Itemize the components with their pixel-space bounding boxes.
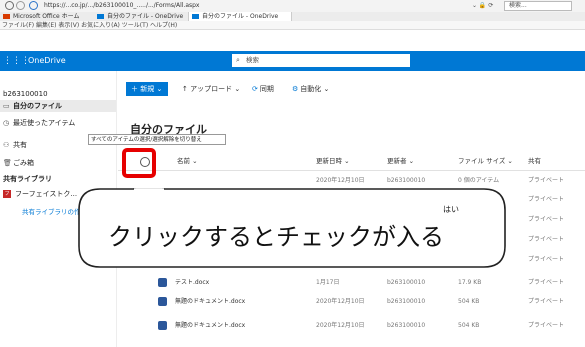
instruction-callout: はい クリックするとチェックが入る: [78, 188, 506, 268]
sidebar-item-my-files[interactable]: ▭ 自分のファイル: [0, 100, 116, 112]
sidebar-item-recycle-bin[interactable]: 🗑ごみ箱: [3, 157, 34, 169]
select-all-tooltip: すべてのアイテムの選択/選択解除を切り替え: [88, 134, 226, 145]
app-launcher-icon[interactable]: ⋮⋮⋮: [3, 55, 30, 67]
callout-text: クリックするとチェックが入る: [108, 223, 444, 251]
cell-size: 0 個のアイテム: [458, 177, 500, 184]
browser-tab-onedrive-1[interactable]: 自分のファイル - OneDrive: [94, 12, 186, 21]
cell-name[interactable]: 無題のドキュメント.docx: [158, 320, 308, 332]
browser-tab-onedrive-2[interactable]: 自分のファイル - OneDrive: [188, 12, 292, 21]
column-header-modified-by[interactable]: 更新者 ⌄: [387, 156, 414, 167]
word-doc-icon: [158, 297, 167, 306]
office-icon: [3, 14, 10, 19]
app-title[interactable]: OneDrive: [28, 55, 66, 67]
sync-icon: ⟳: [252, 85, 258, 93]
clock-icon: ◷: [3, 119, 10, 127]
address-icons[interactable]: ⌄ 🔒 ⟳: [472, 1, 502, 11]
browser-menu-bar[interactable]: ファイル(F) 編集(E) 表示(V) お気に入り(A) ツール(T) ヘルプ(…: [0, 21, 585, 30]
cell-modified-by: b263100010: [387, 298, 426, 305]
cell-modified: 2020年12月10日: [316, 322, 365, 329]
cell-size: 504 KB: [458, 298, 480, 305]
sidebar-item-library[interactable]: フフーフェイストク...: [3, 188, 77, 200]
cell-modified: 2020年12月10日: [316, 298, 365, 305]
search-icon: ⌕: [236, 56, 240, 64]
search-input[interactable]: ⌕ 検索: [232, 54, 410, 67]
cell-sharing: プライベート: [528, 216, 565, 223]
folder-icon: ▭: [3, 102, 10, 110]
column-header-size[interactable]: ファイル サイズ ⌄: [458, 156, 513, 167]
cell-sharing: プライベート: [528, 196, 565, 203]
cell-modified-by: b263100010: [387, 279, 426, 286]
cell-size: 17.9 KB: [458, 279, 482, 286]
onedrive-cloud-icon: [192, 14, 199, 19]
cell-sharing: プライベート: [528, 322, 565, 329]
account-name: b263100010: [3, 90, 48, 98]
browser-tab-office[interactable]: Microsoft Office ホーム: [0, 12, 92, 21]
browser-logo-icon: [29, 1, 38, 10]
cell-sharing: プライベート: [528, 279, 565, 286]
shared-libraries-heading: 共有ライブラリ: [3, 175, 52, 183]
cell-sharing: プライベート: [528, 177, 565, 184]
highlight-box: [122, 148, 156, 178]
upload-button[interactable]: ↑ アップロード ⌄: [182, 82, 240, 96]
cell-sharing: プライベート: [528, 236, 565, 243]
column-header-sharing[interactable]: 共有: [528, 156, 541, 167]
url-field[interactable]: https://...co.jp/.../b263100010_...../..…: [44, 1, 376, 11]
flow-icon: ⚙: [292, 85, 299, 93]
cell-modified-by: b263100010: [387, 177, 426, 184]
column-header-modified[interactable]: 更新日時 ⌄: [316, 156, 350, 167]
column-header-name[interactable]: 名前 ⌄: [177, 156, 198, 167]
cell-size: 504 KB: [458, 322, 480, 329]
forward-arrow-icon[interactable]: [16, 1, 25, 10]
library-badge-icon: フ: [3, 190, 11, 198]
automate-button[interactable]: ⚙ 自動化 ⌄: [292, 82, 329, 96]
sidebar-item-shared[interactable]: ⚇ 共有: [3, 139, 27, 151]
callout-ruby: はい: [443, 205, 459, 214]
new-button[interactable]: ＋ 新規 ⌄: [126, 82, 168, 96]
word-doc-icon: [158, 278, 167, 287]
back-arrow-icon[interactable]: [5, 1, 14, 10]
cell-sharing: プライベート: [528, 256, 565, 263]
header-divider: [118, 170, 585, 171]
sidebar-item-recent[interactable]: ◷ 最近使ったアイテム: [3, 117, 75, 129]
people-icon: ⚇: [3, 141, 10, 149]
cell-modified-by: b263100010: [387, 322, 426, 329]
cell-modified: 1月17日: [316, 279, 340, 286]
browser-search-input[interactable]: 検索...: [504, 1, 572, 11]
cell-name[interactable]: テスト.docx: [158, 277, 308, 289]
onedrive-cloud-icon: [97, 14, 104, 19]
cell-name[interactable]: 無題のドキュメント.docx: [158, 296, 308, 308]
sync-button[interactable]: ⟳ 同期: [252, 82, 274, 96]
trash-icon: 🗑: [3, 159, 12, 167]
cell-modified: 2020年12月10日: [316, 177, 365, 184]
word-doc-icon: [158, 321, 167, 330]
cell-sharing: プライベート: [528, 298, 565, 305]
